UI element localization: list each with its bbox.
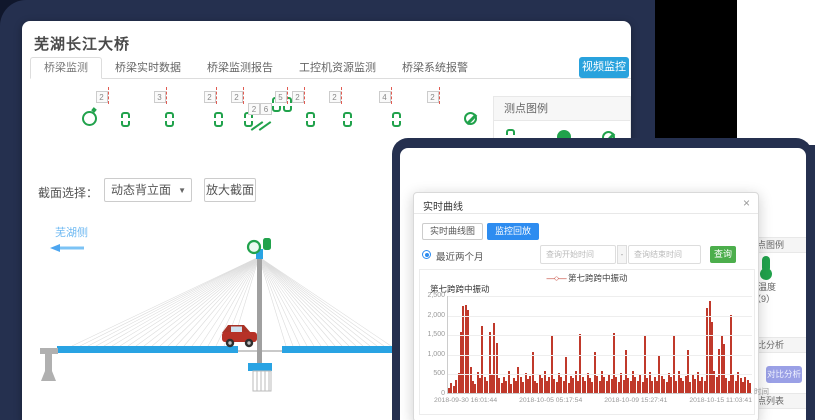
tab-4[interactable]: 桥梁系统报警 [389, 58, 481, 80]
playback-window: 测点图例 温度 （9） 对比分析 对比分析 测点列表 实时曲线 × 实时曲线图监… [400, 148, 806, 420]
modal-tab-1[interactable]: 监控回放 [487, 223, 539, 240]
bridge-side-label: 芜湖侧 [55, 225, 88, 239]
chain-sensor-icon [392, 112, 401, 127]
query-row: 最近两个月 - 查询 [414, 245, 760, 265]
bridge-deck-left [57, 346, 238, 353]
x-axis-tick: 2018-10-15 11:03:41 [689, 397, 752, 404]
modal-header: 实时曲线 × [414, 193, 758, 214]
chart-x-ticks: 2018-09-30 16:01:44 2018-10-05 05:17:54 20… [434, 397, 752, 404]
legend-label: 第七跨跨中振动 [568, 273, 628, 283]
modal-tab-0[interactable]: 实时曲线图 [422, 223, 483, 240]
y-axis-tick: 2,000 [421, 312, 445, 319]
pylon-thermometer-icon [263, 238, 271, 250]
thermometer-icon [762, 256, 770, 272]
section-select-label: 截面选择： [38, 184, 98, 201]
ban-sensor-item [460, 87, 480, 139]
sensor-count-badge: 2 [248, 103, 260, 115]
query-start-time-input[interactable] [540, 245, 616, 264]
modal-title: 实时曲线 [423, 198, 463, 213]
page-title: 芜湖长江大桥 [34, 33, 130, 54]
left-arrow-shaft [60, 247, 84, 250]
chain-sensor-item [159, 87, 179, 139]
chart-x-axis-label: 时间 [754, 386, 769, 397]
chain-sensor-icon [214, 112, 223, 127]
pylon-pier [257, 353, 262, 364]
tab-3[interactable]: 工控机资源监测 [286, 58, 389, 80]
chain-sensor-item [300, 87, 320, 139]
chart-plot-area: 2,5002,0001,5001,0005000 [447, 296, 752, 394]
section-select-value: 动态背立面 [111, 183, 171, 197]
playback-window-frame: 测点图例 温度 （9） 对比分析 对比分析 测点列表 实时曲线 × 实时曲线图监… [392, 138, 812, 420]
section-controls: 截面选择： 动态背立面 ▼ 放大截面 [22, 178, 402, 204]
vibration-chart: —○— 第七跨跨中振动 第七跨跨中振动 2,5002,0001,5001,000… [419, 269, 755, 415]
bridge-schematic: 芜湖侧 [36, 221, 398, 420]
left-arrow-icon [50, 244, 60, 252]
main-tab-bar: 桥梁监测桥梁实时数据桥梁监测报告工控机资源监测桥梁系统报警 [30, 57, 631, 79]
chain-sensor-item [208, 87, 228, 139]
sensor-count-badge: 2 [96, 91, 108, 103]
legend-marker-icon: —○— [546, 273, 565, 283]
tab-1[interactable]: 桥梁实时数据 [102, 58, 194, 80]
tab-2[interactable]: 桥梁监测报告 [194, 58, 286, 80]
sensor-marker-line [439, 87, 440, 104]
x-axis-tick: 2018-09-30 16:01:44 [434, 397, 497, 404]
y-axis-tick: 2,500 [421, 292, 445, 299]
gridline [448, 335, 752, 336]
sensor-marker-line [108, 87, 109, 104]
video-placeholder [655, 0, 737, 138]
pylon-sensor-icon [248, 241, 260, 253]
left-abutment [40, 348, 58, 381]
close-icon[interactable]: × [743, 196, 750, 210]
gridline [448, 355, 752, 356]
marker-sensor-item: 2 [92, 87, 112, 139]
chart-bar [749, 383, 751, 393]
gridline [448, 374, 752, 375]
deck-joint-left [238, 350, 257, 352]
chain-sensor-icon [165, 112, 174, 127]
realtime-curve-modal: 实时曲线 × 实时曲线图监控回放 最近两个月 - 查询 —○— 第七跨跨中振动 [413, 192, 759, 420]
y-axis-tick: 1,500 [421, 331, 445, 338]
gridline [448, 296, 752, 297]
recent-two-months-radio[interactable] [422, 250, 431, 259]
chain-sensor-item [386, 87, 406, 139]
range-separator: - [617, 245, 627, 264]
background-window [737, 0, 815, 145]
y-axis-tick: 1,000 [421, 351, 445, 358]
marker-sensor-item: 2 [423, 87, 443, 139]
x-axis-tick: 2018-10-09 15:27:41 [604, 397, 667, 404]
chart-bars [448, 296, 752, 393]
chain-sensor-icon [121, 112, 130, 127]
modal-tab-bar: 实时曲线图监控回放 [422, 221, 543, 238]
legend-panel-title: 测点图例 [494, 97, 630, 121]
recent-two-months-label: 最近两个月 [436, 249, 484, 263]
chain-sensor-item [337, 87, 357, 139]
y-axis-tick: 500 [421, 370, 445, 377]
tab-0[interactable]: 桥梁监测 [30, 57, 102, 79]
sensor-count-badge: 5 [275, 91, 287, 103]
query-button[interactable]: 查询 [710, 246, 736, 263]
section-select-dropdown[interactable]: 动态背立面 ▼ [104, 178, 192, 202]
chain-sensor-icon [306, 112, 315, 127]
bridge-deck-right [282, 346, 398, 353]
pier-cap [248, 363, 272, 371]
sensor-count-badge: 2 [427, 91, 439, 103]
chain-sensor-item [115, 87, 135, 139]
video-monitor-button[interactable]: 视频监控 [579, 57, 629, 78]
x-axis-tick: 2018-10-05 05:17:54 [519, 397, 582, 404]
query-end-time-input[interactable] [628, 245, 701, 264]
bridge-pylon [257, 254, 262, 364]
y-axis-tick: 0 [421, 390, 445, 397]
zoom-section-button[interactable]: 放大截面 [204, 178, 256, 202]
gridline [448, 316, 752, 317]
chevron-down-icon: ▼ [178, 179, 186, 203]
desktop-background: 芜湖长江大桥 桥梁监测桥梁实时数据桥梁监测报告工控机资源监测桥梁系统报警 视频监… [0, 0, 815, 420]
compare-analysis-button[interactable]: 对比分析 [766, 366, 802, 383]
pier-base [253, 371, 271, 391]
deck-joint-right [262, 350, 282, 352]
ban-icon [464, 112, 477, 125]
chain-sensor-icon [343, 112, 352, 127]
car [222, 325, 257, 347]
